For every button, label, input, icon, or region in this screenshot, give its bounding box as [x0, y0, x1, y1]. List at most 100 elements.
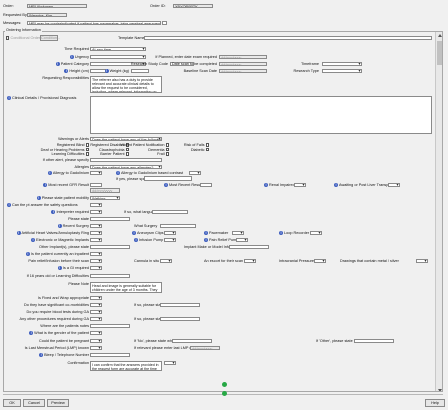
- baseline-scan-label: Baseline Scan Date: [183, 69, 217, 73]
- bleep-label: ! Bleep / Telephone Number: [39, 353, 89, 357]
- requested-by-field: Waggins, Kim: [27, 12, 67, 18]
- bleep-field[interactable]: [90, 352, 130, 358]
- escort-select[interactable]: [244, 258, 256, 264]
- template-name-field[interactable]: [144, 35, 432, 41]
- comorbidities-select[interactable]: [90, 302, 102, 308]
- please-state-field[interactable]: [90, 216, 130, 222]
- clinical-details-textarea[interactable]: [90, 95, 432, 134]
- comorbidities-state-field[interactable]: [160, 302, 200, 308]
- if-other-state-label: If 'Other', please state: [316, 339, 353, 343]
- loop-recorder-label: ! Loop Recorder: [279, 231, 310, 235]
- if-yes-specify-field[interactable]: [144, 176, 192, 181]
- date-scan-field[interactable]: dd/mm/yyyy: [219, 61, 267, 67]
- implant-make-field[interactable]: [229, 244, 269, 250]
- comorbidities-label: Do they have significant co-morbidities: [24, 303, 89, 307]
- urgency-label: ! Urgency: [69, 55, 89, 59]
- if-other-state-field[interactable]: [354, 338, 394, 344]
- messages-field: MRI may be contraindicated if patient ha…: [27, 20, 161, 26]
- allergy-other-select[interactable]: [189, 170, 201, 176]
- gi-years-label: If 16 years old or Learning Difficulties: [26, 274, 89, 278]
- aneurysm-clips-select[interactable]: [164, 230, 176, 236]
- cannula-label: Cannula in situ: [134, 259, 160, 263]
- fixed-select[interactable]: [90, 295, 102, 301]
- lmp-select[interactable]: [90, 345, 102, 351]
- timeframe-select[interactable]: [322, 61, 362, 67]
- allergy-gadolinium-select[interactable]: [90, 170, 102, 176]
- research-study-code-label: Research Study Code: [130, 62, 168, 66]
- vertical-scrollbar[interactable]: [435, 32, 442, 391]
- infusion-pump-label: ! Infusion Pump: [134, 238, 164, 242]
- cancel-button[interactable]: Cancel: [23, 399, 45, 407]
- drawings-label: Drawings that contain metal / silver: [340, 259, 399, 263]
- pain-relief-select[interactable]: [236, 237, 248, 243]
- preview-button[interactable]: Preview: [47, 399, 69, 407]
- gfr-date-field[interactable]: dd/mm/yyyy: [90, 188, 120, 193]
- intracranial-label: Intracranial Pressure: [279, 259, 315, 263]
- inpatient-select[interactable]: [90, 251, 102, 257]
- time-required-select[interactable]: At any time: [90, 46, 146, 52]
- conditional-order-checkbox[interactable]: Conditional Order: [6, 36, 40, 40]
- alert-diabetic[interactable]: Diabetic: [191, 148, 209, 152]
- allergies-select[interactable]: Does the patient have any allergies?: [90, 164, 162, 170]
- pain-infusion-select[interactable]: [90, 258, 102, 264]
- baseline-scan-field[interactable]: dd/mm/yyyy: [219, 68, 267, 74]
- electronic-implants-select[interactable]: [90, 237, 102, 243]
- intracranial-select[interactable]: [314, 258, 326, 264]
- planned-date-field[interactable]: dd/mm/yyyy: [219, 54, 267, 60]
- required-icon: !: [55, 62, 60, 66]
- urgency-select[interactable]: [90, 54, 146, 60]
- awaiting-liver-select[interactable]: [388, 182, 400, 188]
- pregnant-select[interactable]: [90, 338, 102, 344]
- scroll-down-icon[interactable]: [437, 388, 442, 391]
- required-icon: !: [7, 96, 11, 100]
- pacemaker-select[interactable]: [232, 230, 244, 236]
- cannula-select[interactable]: [160, 258, 172, 264]
- gender-select[interactable]: [90, 330, 102, 336]
- loop-recorder-select[interactable]: [310, 230, 322, 236]
- confirmation-label: Confirmation: [67, 361, 89, 365]
- pacemaker-label: ! Pacemaker: [204, 231, 229, 235]
- interpreter-select[interactable]: [90, 209, 102, 215]
- warnings-select[interactable]: Does the patient have any of the followi…: [90, 136, 162, 142]
- drawings-select[interactable]: [416, 258, 428, 264]
- other-implants-field[interactable]: [90, 244, 130, 250]
- gi-select[interactable]: [90, 265, 102, 271]
- expand-up-icon[interactable]: [222, 382, 227, 387]
- please-state-label: Please state: [68, 217, 89, 221]
- required-icon: !: [16, 231, 21, 235]
- other-alert-field[interactable]: [90, 157, 162, 163]
- research-type-select[interactable]: [322, 68, 362, 74]
- procedures-select[interactable]: [90, 316, 102, 322]
- resize-handle-icon[interactable]: [222, 391, 227, 396]
- what-surgery-field[interactable]: [160, 223, 196, 229]
- what-language-field[interactable]: [152, 209, 188, 215]
- mobility-select[interactable]: Walking: [90, 195, 120, 201]
- most-recent-result-field[interactable]: [200, 182, 212, 188]
- alert-barrier-patient[interactable]: Barrier Patient: [100, 152, 129, 156]
- if-no-state-field[interactable]: [172, 338, 212, 344]
- required-icon: !: [43, 183, 48, 187]
- alert-frail[interactable]: Frail: [157, 152, 169, 156]
- condition-button[interactable]: Condition...: [40, 34, 60, 41]
- planned-date-label: If Planned, enter date exam required: [155, 55, 217, 59]
- confirmation-select[interactable]: [164, 360, 176, 366]
- lmp-date-field[interactable]: dd/mm/yyyy: [190, 345, 220, 351]
- procedures-state-field[interactable]: [160, 316, 200, 322]
- artificial-valve-select[interactable]: [90, 230, 102, 236]
- weight-field[interactable]: [131, 68, 149, 74]
- help-button[interactable]: Help: [425, 399, 445, 407]
- blood-tests-select[interactable]: [90, 309, 102, 315]
- gi-years-field[interactable]: [90, 273, 130, 279]
- blood-tests-label: Do you require blood tests during GA: [26, 310, 89, 314]
- ok-button[interactable]: OK: [3, 399, 21, 407]
- scroll-up-icon[interactable]: [437, 33, 442, 37]
- messages-expand-button[interactable]: ...: [162, 20, 167, 26]
- recent-surgery-select[interactable]: [90, 223, 102, 229]
- scrollbar-thumb[interactable]: [437, 41, 442, 65]
- answer-safety-select[interactable]: [90, 202, 102, 208]
- notes-field[interactable]: [90, 323, 130, 329]
- alert-learning-difficulties[interactable]: Learning Difficulties: [51, 152, 89, 156]
- infusion-pump-select[interactable]: [164, 237, 176, 243]
- renal-impaired-select[interactable]: [294, 182, 306, 188]
- gfr-field[interactable]: [90, 182, 102, 188]
